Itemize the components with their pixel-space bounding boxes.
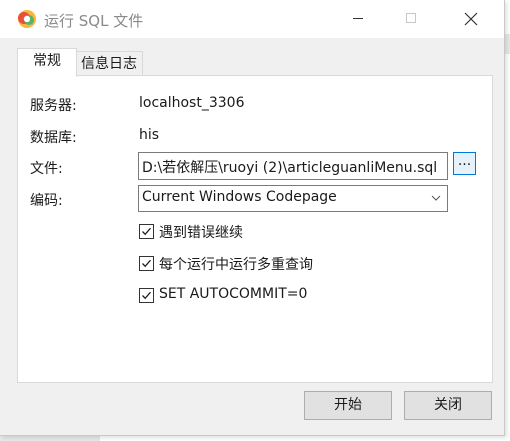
file-path-value: D:\若依解压\ruoyi (2)\articleguanliMenu.sql <box>142 160 438 176</box>
file-label: 文件: <box>30 161 63 177</box>
checkmark-icon <box>142 259 151 268</box>
maximize-icon <box>406 13 416 23</box>
encoding-selected-value: Current Windows Codepage <box>142 189 337 205</box>
continue-on-error-label: 遇到错误继续 <box>159 225 243 241</box>
server-value: localhost_3306 <box>139 95 245 111</box>
close-icon <box>464 12 478 26</box>
autocommit-checkbox[interactable] <box>139 288 154 303</box>
encoding-select[interactable]: Current Windows Codepage <box>138 185 448 212</box>
minimize-button[interactable] <box>336 0 382 38</box>
continue-on-error-checkbox[interactable] <box>139 224 154 239</box>
multiple-queries-label: 每个运行中运行多重查询 <box>159 257 313 273</box>
minimize-icon <box>353 18 363 19</box>
autocommit-label: SET AUTOCOMMIT=0 <box>159 286 308 302</box>
server-label: 服务器: <box>30 98 77 114</box>
run-sql-file-dialog: 运行 SQL 文件 常规 信息日志 服务器: localhost_3306 数据… <box>0 0 505 436</box>
general-tab-panel <box>17 75 493 383</box>
window-title: 运行 SQL 文件 <box>44 12 144 30</box>
file-path-input[interactable]: D:\若依解压\ruoyi (2)\articleguanliMenu.sql <box>138 152 448 180</box>
checkmark-icon <box>142 227 151 236</box>
chevron-down-icon <box>431 195 441 201</box>
browse-file-button[interactable]: ... <box>453 152 476 175</box>
title-bar[interactable]: 运行 SQL 文件 <box>0 0 504 38</box>
close-window-button[interactable] <box>448 0 494 38</box>
tab-info-log[interactable]: 信息日志 <box>75 51 143 77</box>
database-value: his <box>139 127 160 143</box>
encoding-label: 编码: <box>30 193 63 209</box>
checkmark-icon <box>142 291 151 300</box>
database-label: 数据库: <box>30 130 77 146</box>
tab-general[interactable]: 常规 <box>17 48 77 77</box>
maximize-button[interactable] <box>389 0 435 38</box>
close-button[interactable]: 关闭 <box>404 391 492 420</box>
app-logo-icon <box>18 10 36 28</box>
multiple-queries-checkbox[interactable] <box>139 256 154 271</box>
start-button[interactable]: 开始 <box>304 391 392 420</box>
